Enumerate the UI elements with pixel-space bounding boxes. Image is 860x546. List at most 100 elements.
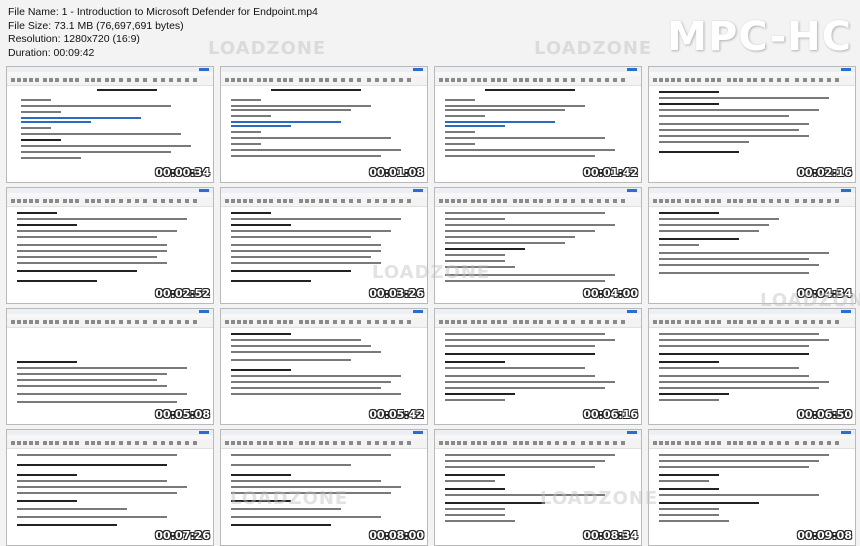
text-line [445, 236, 575, 238]
toolbar-icon [539, 441, 543, 445]
text-line [17, 262, 167, 264]
toolbar-icon [153, 199, 157, 203]
toolbar-icon [325, 441, 329, 445]
toolbar-icon [491, 320, 495, 324]
toolbar-icon [91, 199, 95, 203]
text-line [231, 516, 381, 518]
document-page [445, 210, 627, 299]
toolbar-icon [727, 199, 731, 203]
toolbar-icon [463, 441, 467, 445]
toolbar-icon [483, 78, 487, 82]
text-line [445, 218, 505, 220]
toolbar-icon [63, 199, 67, 203]
toolbar-icon [143, 199, 147, 203]
toolbar-icon [777, 199, 781, 203]
text-line [659, 460, 819, 462]
toolbar-icon [299, 199, 303, 203]
toolbar-icon [685, 441, 689, 445]
toolbar-icon [691, 320, 695, 324]
text-line [659, 135, 809, 137]
text-line [17, 361, 77, 363]
text-line [659, 454, 829, 456]
ribbon-toolbar [7, 318, 213, 328]
video-thumbnail: 00:05:42 [220, 308, 428, 425]
toolbar-icon [153, 441, 157, 445]
toolbar-icon [653, 199, 657, 203]
toolbar-icon [613, 78, 617, 82]
toolbar-icon [539, 78, 543, 82]
toolbar-icon [383, 199, 387, 203]
toolbar-icon [563, 441, 567, 445]
toolbar-icon [497, 78, 501, 82]
toolbar-icon [803, 320, 807, 324]
text-line [445, 125, 505, 127]
text-line [17, 393, 187, 395]
toolbar-icon [305, 199, 309, 203]
toolbar-icon [471, 199, 475, 203]
share-button [413, 431, 423, 434]
toolbar-icon [753, 441, 757, 445]
text-line [17, 250, 167, 252]
text-line [271, 89, 361, 91]
toolbar-icon [257, 441, 261, 445]
text-line [17, 244, 167, 246]
text-line [659, 466, 809, 468]
toolbar-icon [243, 199, 247, 203]
toolbar-icon [581, 441, 585, 445]
toolbar-icon [605, 441, 609, 445]
toolbar-icon [457, 320, 461, 324]
toolbar-icon [135, 320, 139, 324]
toolbar-icon [685, 320, 689, 324]
toolbar-icon [621, 441, 625, 445]
toolbar-icon [23, 320, 27, 324]
toolbar-icon [231, 320, 235, 324]
toolbar-icon [29, 199, 33, 203]
toolbar-icon [717, 199, 721, 203]
text-line [445, 454, 615, 456]
text-line [445, 109, 565, 111]
toolbar-icon [299, 441, 303, 445]
text-line [231, 524, 331, 526]
toolbar-icon [445, 320, 449, 324]
toolbar-icon [349, 320, 353, 324]
text-line [659, 399, 719, 401]
toolbar-icon [503, 199, 507, 203]
text-line [659, 480, 709, 482]
text-line [659, 272, 809, 274]
toolbar-icon [463, 320, 467, 324]
text-line [445, 137, 605, 139]
document-page [17, 452, 199, 541]
text-line [21, 151, 171, 153]
toolbar-icon [503, 320, 507, 324]
toolbar-icon [747, 199, 751, 203]
toolbar-icon [391, 441, 395, 445]
toolbar-icon [391, 78, 395, 82]
share-button [413, 310, 423, 313]
toolbar-icon [677, 320, 681, 324]
toolbar-icon [63, 441, 67, 445]
text-line [97, 89, 157, 91]
toolbar-icon [677, 199, 681, 203]
toolbar-icon [127, 441, 131, 445]
toolbar-icon [795, 320, 799, 324]
toolbar-icon [311, 78, 315, 82]
toolbar-icon [17, 78, 21, 82]
text-line [659, 252, 829, 254]
text-line [231, 333, 291, 335]
share-button [413, 189, 423, 192]
toolbar-icon [533, 441, 537, 445]
toolbar-icon [739, 78, 743, 82]
toolbar-icon [739, 320, 743, 324]
toolbar-icon [375, 320, 379, 324]
toolbar-icon [263, 320, 267, 324]
toolbar-icon [819, 199, 823, 203]
toolbar-icon [383, 441, 387, 445]
text-line [445, 488, 505, 490]
video-thumbnail: 00:03:26 [220, 187, 428, 304]
toolbar-icon [383, 78, 387, 82]
text-line [231, 270, 351, 272]
thumbnail-timestamp: 00:08:34 [583, 529, 638, 542]
text-line [231, 375, 401, 377]
toolbar-icon [35, 441, 39, 445]
text-line [231, 464, 351, 466]
